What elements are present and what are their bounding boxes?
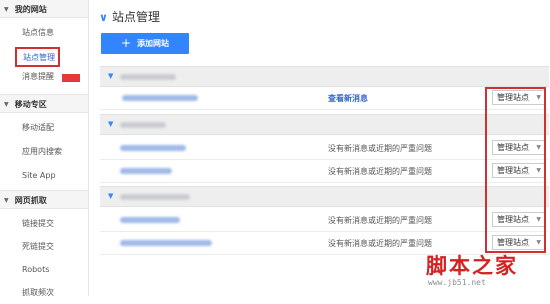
sidebar-item-robots[interactable]: Robots	[0, 259, 88, 281]
caret-down-icon: ▼	[108, 120, 114, 128]
watermark-url: www.jb51.net	[428, 278, 486, 287]
sidebar-item-site-app[interactable]: Site App	[0, 165, 88, 187]
site-row: 没有新消息或近期的严重问题 管理站点 ▼	[100, 209, 549, 232]
notification-badge	[62, 74, 80, 82]
watermark-logo: 脚本之家	[426, 253, 518, 278]
site-row: 查看新消息 管理站点 ▼	[100, 87, 549, 110]
blurred-group-name	[120, 122, 166, 128]
sidebar-item-dead-link-submit[interactable]: 死链提交	[0, 236, 88, 258]
caret-down-icon: ▼	[108, 72, 114, 80]
caret-down-icon: ▼	[108, 192, 114, 200]
add-site-button[interactable]: + 添加网站	[101, 33, 189, 54]
blurred-site-url[interactable]	[120, 217, 180, 223]
sidebar-section-mobile[interactable]: ▼ 移动专区	[0, 94, 88, 113]
status-message: 没有新消息或近期的严重问题	[328, 239, 432, 248]
blurred-group-name	[120, 194, 190, 200]
site-group-header[interactable]: ▼	[100, 114, 549, 135]
highlight-annotation-box	[485, 87, 546, 253]
sidebar-item-label: 消息提醒	[22, 72, 54, 81]
plus-icon: +	[120, 36, 132, 50]
sidebar-section-my-sites[interactable]: ▼ 我的网站	[0, 0, 88, 18]
site-group-header[interactable]: ▼	[100, 66, 549, 87]
sidebar-section-label: 我的网站	[14, 5, 47, 14]
sidebar-item-site-management[interactable]: 站点管理	[15, 47, 60, 67]
sidebar-item-in-app-search[interactable]: 应用内搜索	[0, 141, 88, 163]
caret-down-icon: ▼	[4, 101, 9, 108]
sidebar-section-label: 网页抓取	[14, 196, 47, 205]
site-group-header[interactable]: ▼	[100, 186, 549, 207]
sidebar-item-site-info[interactable]: 站点信息	[0, 22, 88, 44]
view-new-messages-link[interactable]: 查看新消息	[328, 93, 368, 104]
status-message: 没有新消息或近期的严重问题	[328, 144, 432, 153]
site-row: 没有新消息或近期的严重问题 管理站点 ▼	[100, 160, 549, 183]
caret-down-icon: ▼	[4, 197, 9, 204]
sidebar-item-crawl-frequency[interactable]: 抓取频次	[0, 282, 88, 304]
sidebar-item-link-submit[interactable]: 链接提交	[0, 213, 88, 235]
site-row: 没有新消息或近期的严重问题 管理站点 ▼	[100, 137, 549, 160]
caret-down-icon: ▼	[4, 6, 9, 13]
status-message: 没有新消息或近期的严重问题	[328, 167, 432, 176]
blurred-group-name	[120, 74, 176, 80]
add-site-button-label: 添加网站	[137, 39, 170, 48]
sidebar-item-mobile-adaptation[interactable]: 移动适配	[0, 117, 88, 139]
page-title: ∨ 站点管理	[99, 8, 160, 25]
status-message: 没有新消息或近期的严重问题	[328, 216, 432, 225]
blurred-site-url[interactable]	[120, 168, 172, 174]
blurred-site-url[interactable]	[120, 145, 186, 151]
blurred-site-url[interactable]	[120, 240, 212, 246]
chevron-down-icon: ∨	[99, 11, 108, 24]
page-title-text: 站点管理	[111, 10, 160, 24]
sidebar: ▼ 我的网站 站点信息 站点管理 消息提醒 ▼ 移动专区 移动适配 应用内搜索 …	[0, 0, 89, 297]
sidebar-section-label: 移动专区	[14, 100, 47, 109]
blurred-site-url[interactable]	[122, 95, 198, 101]
sidebar-section-crawl[interactable]: ▼ 网页抓取	[0, 190, 88, 209]
